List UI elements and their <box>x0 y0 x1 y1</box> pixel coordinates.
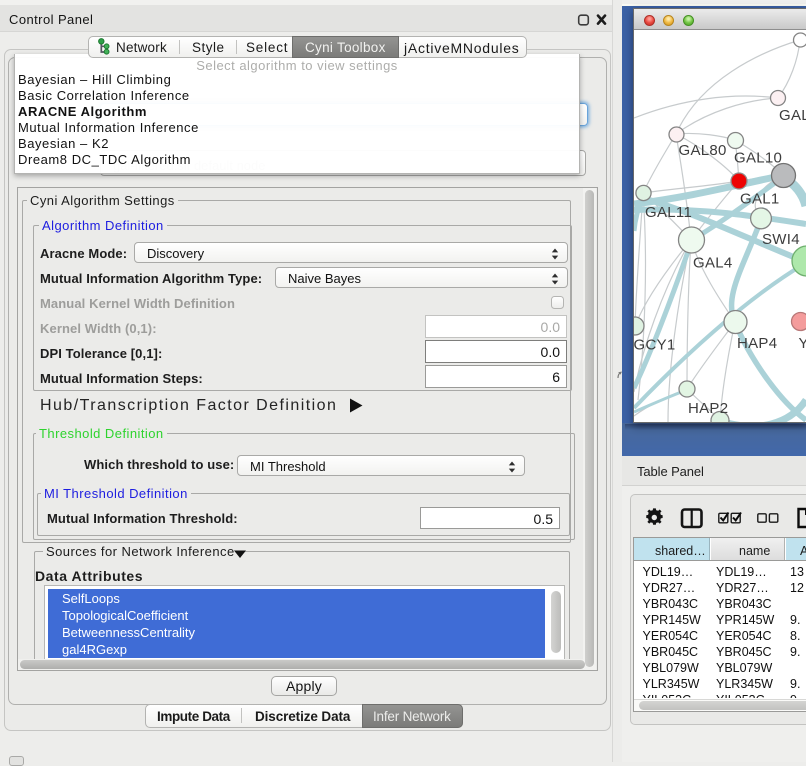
svg-text:GAL1: GAL1 <box>740 191 780 208</box>
svg-text:SWI4: SWI4 <box>762 231 800 248</box>
svg-text:GAL10: GAL10 <box>734 150 782 167</box>
svg-text:Y: Y <box>799 335 806 352</box>
svg-text:GAL: GAL <box>779 107 806 124</box>
svg-text:GAL4: GAL4 <box>693 255 733 272</box>
svg-text:HAP2: HAP2 <box>688 400 728 417</box>
svg-text:GAL80: GAL80 <box>679 142 727 159</box>
svg-text:GAL11: GAL11 <box>645 204 692 221</box>
svg-text:GCY1: GCY1 <box>634 337 676 354</box>
svg-text:HAP4: HAP4 <box>737 335 777 352</box>
